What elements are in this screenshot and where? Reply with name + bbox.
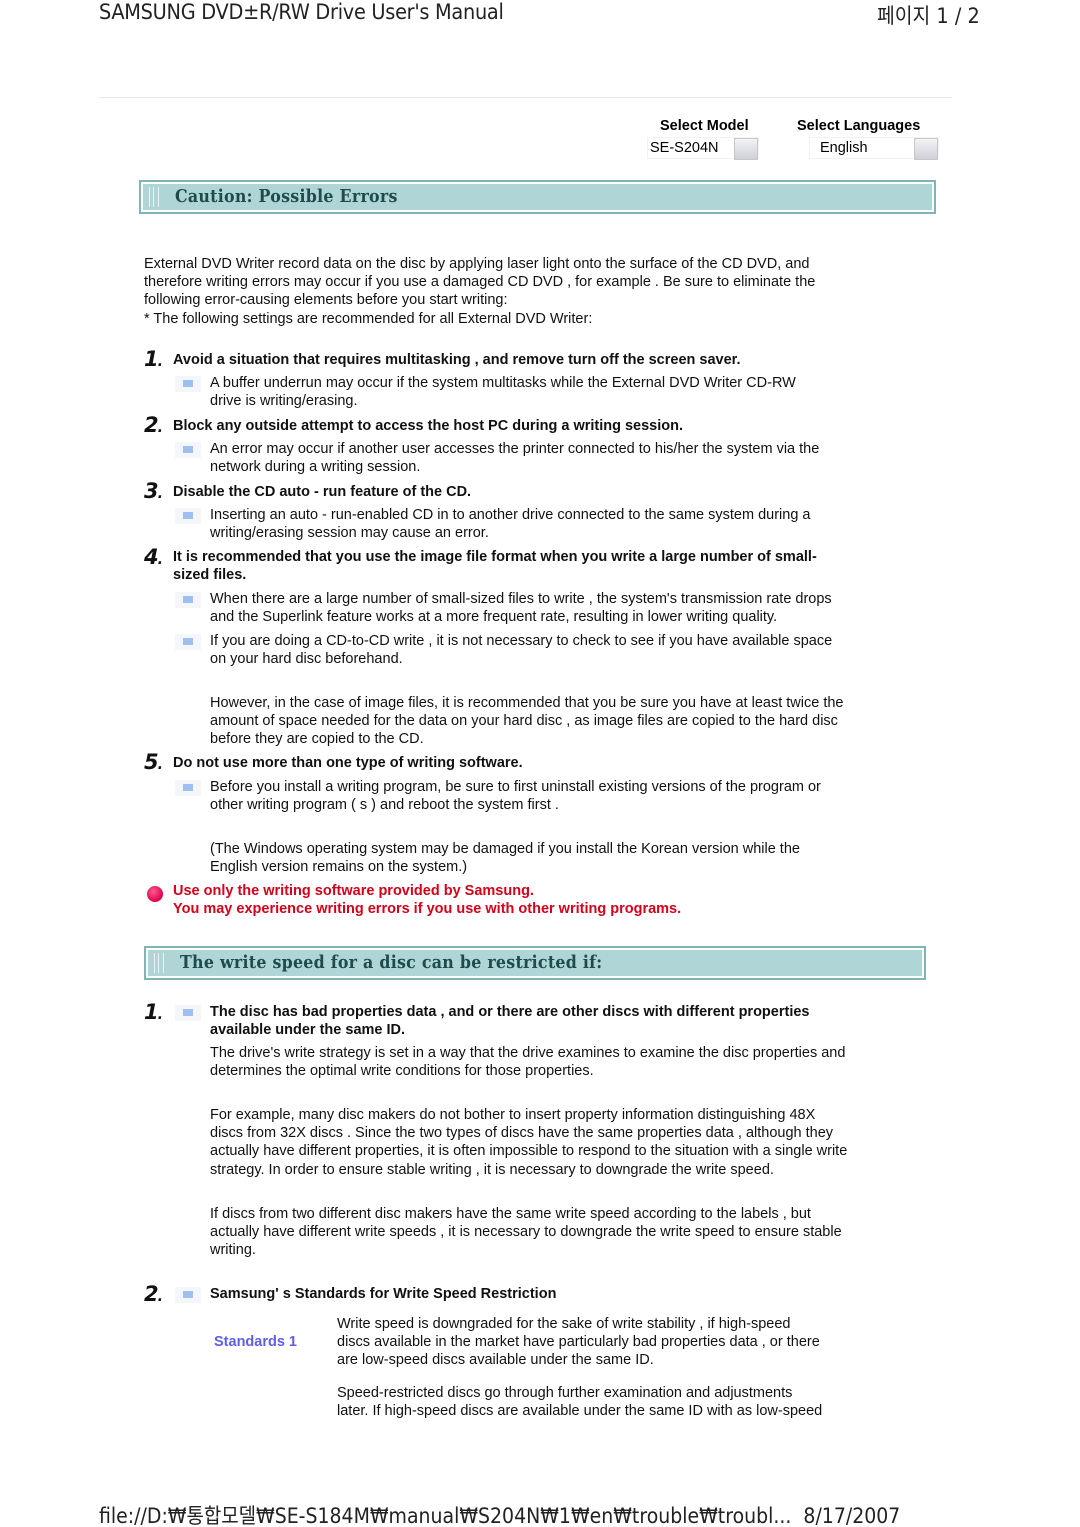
text-line: External DVD Writer record data on the d… xyxy=(144,256,810,272)
print-date: 8/17/2007 xyxy=(803,1504,901,1527)
item-heading: The disc has bad properties data , and o… xyxy=(210,1004,810,1039)
language-label: Select Languages xyxy=(797,118,921,134)
selectors: Select Model SE-S204N Select Languages E… xyxy=(640,118,940,168)
number-1-icon: 1. xyxy=(144,347,163,371)
paragraph: Speed-restricted discs go through furthe… xyxy=(337,1385,823,1420)
divider xyxy=(99,97,952,98)
text-line: * The following settings are recommended… xyxy=(144,310,593,327)
item-heading: Avoid a situation that requires multitas… xyxy=(173,352,741,368)
print-footer: file://D:₩통합모델₩SE-S184M₩manual₩S204N₩1₩e… xyxy=(99,1500,900,1527)
item-bullet-text: A buffer underrun may occur if the syste… xyxy=(210,375,796,410)
number-4-icon: 4. xyxy=(144,545,163,569)
item-heading: Disable the CD auto - run feature of the… xyxy=(173,484,472,500)
bullet-square-icon xyxy=(175,780,201,796)
bullet-square-icon xyxy=(175,376,201,392)
section-title: The write speed for a disc can be restri… xyxy=(180,952,603,973)
file-path: file://D:₩통합모델₩SE-S184M₩manual₩S204N₩1₩e… xyxy=(99,1504,792,1527)
paragraph: For example, many disc makers do not bot… xyxy=(210,1107,848,1178)
number-2-icon: 2. xyxy=(144,413,163,437)
bullet-square-icon xyxy=(175,508,201,524)
number-3-icon: 3. xyxy=(144,479,163,503)
number-5-icon: 5. xyxy=(144,750,163,774)
item-note: However, in the case of image files, it … xyxy=(210,695,844,748)
intro-paragraph: External DVD Writer record data on the d… xyxy=(144,255,815,328)
page-indicator: 페이지 1 / 2 xyxy=(877,4,980,28)
bullet-square-icon xyxy=(175,1287,201,1303)
item-bullet-text: If you are doing a CD-to-CD write , it i… xyxy=(210,633,833,668)
bullet-square-icon xyxy=(175,442,201,458)
bar-lines-icon xyxy=(149,187,159,207)
item-heading: Samsung' s Standards for Write Speed Res… xyxy=(210,1286,557,1302)
language-select[interactable]: English xyxy=(809,137,939,160)
bullet-square-icon xyxy=(175,634,201,650)
item-bullet-text: When there are a large number of small-s… xyxy=(210,591,832,626)
item-heading: Block any outside attempt to access the … xyxy=(173,418,684,434)
bar-lines-icon xyxy=(154,953,164,973)
section-title: Caution: Possible Errors xyxy=(175,186,398,207)
item-bullet-text: An error may occur if another user acces… xyxy=(210,441,820,476)
paragraph: Write speed is downgraded for the sake o… xyxy=(337,1316,820,1369)
text-line: following error-causing elements before … xyxy=(144,292,508,309)
item-bullet-text: Inserting an auto - run-enabled CD in to… xyxy=(210,507,811,542)
print-header: SAMSUNG DVD±R/RW Drive User's Manual 페이지… xyxy=(0,0,1080,30)
language-select-value: English xyxy=(820,140,868,156)
standards-label: Standards 1 xyxy=(214,1334,297,1350)
item-heading: Do not use more than one type of writing… xyxy=(173,755,523,771)
model-select-value: SE-S204N xyxy=(650,140,719,156)
section-header-caution: Caution: Possible Errors xyxy=(139,180,936,214)
bullet-square-icon xyxy=(175,592,201,608)
text-line: therefore writing errors may occur if yo… xyxy=(144,274,816,291)
bullet-square-icon xyxy=(175,1005,201,1021)
dropdown-button-icon[interactable] xyxy=(734,138,758,160)
model-label: Select Model xyxy=(660,118,749,134)
dropdown-button-icon[interactable] xyxy=(914,138,938,160)
warning-dot-icon xyxy=(147,886,163,902)
number-2-icon: 2. xyxy=(144,1282,163,1306)
document-title: SAMSUNG DVD±R/RW Drive User's Manual xyxy=(99,0,504,24)
item-note: (The Windows operating system may be dam… xyxy=(210,841,800,876)
paragraph: The drive's write strategy is set in a w… xyxy=(210,1045,846,1080)
warning-text: Use only the writing software provided b… xyxy=(173,883,682,918)
section-header-write-speed: The write speed for a disc can be restri… xyxy=(144,946,926,980)
item-bullet-text: Before you install a writing program, be… xyxy=(210,779,821,814)
number-1-icon: 1. xyxy=(144,1000,163,1024)
model-select[interactable]: SE-S204N xyxy=(647,137,759,160)
paragraph: If discs from two different disc makers … xyxy=(210,1206,842,1259)
item-heading: It is recommended that you use the image… xyxy=(173,549,817,584)
